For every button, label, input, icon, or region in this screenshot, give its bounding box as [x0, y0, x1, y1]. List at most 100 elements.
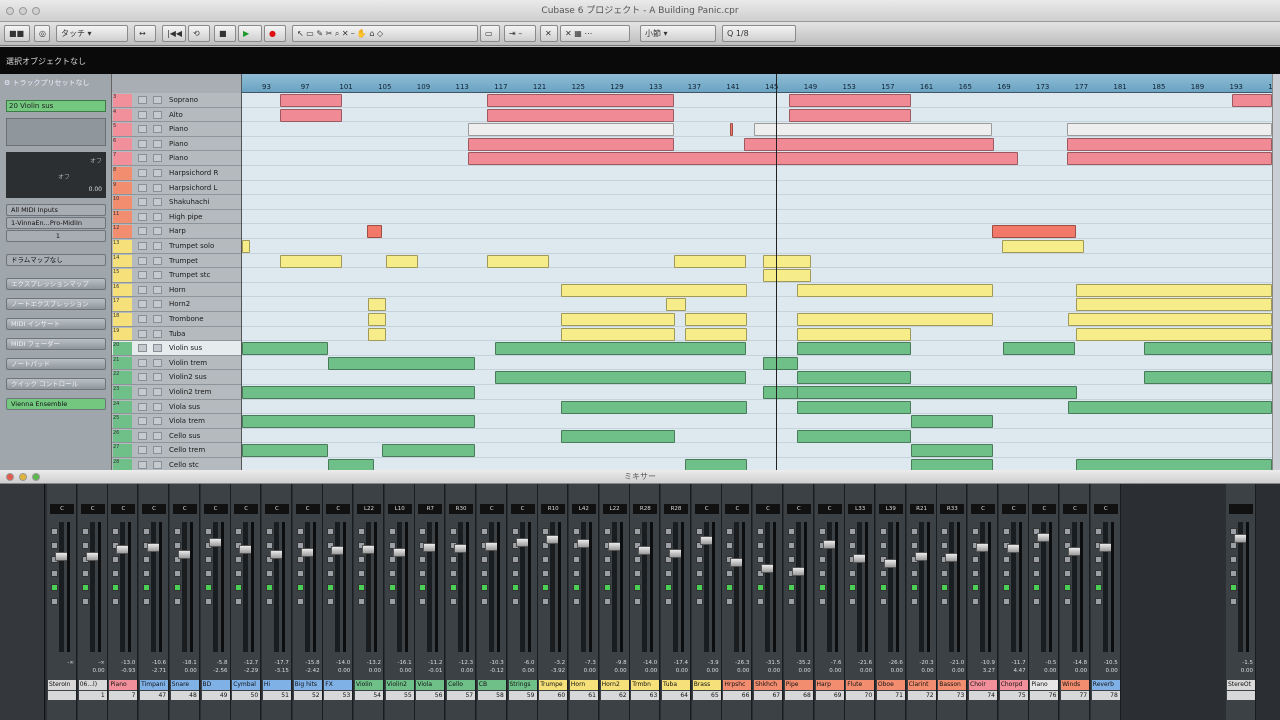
solo-button[interactable] [153, 300, 162, 309]
channel-button[interactable] [972, 556, 979, 563]
pan-display[interactable]: C [1093, 504, 1118, 514]
channel-button[interactable] [358, 598, 365, 605]
channel-name[interactable]: Trumpe [539, 680, 568, 690]
track-header[interactable]: 3 Soprano [112, 93, 241, 108]
midi-part[interactable] [797, 283, 993, 297]
midi-part[interactable] [468, 123, 674, 137]
mixer-channel[interactable]: L22 -13.2 0.00 Violin 54 [354, 484, 384, 720]
volume-value[interactable]: 0.00 [447, 668, 475, 674]
channel-button[interactable] [542, 570, 550, 577]
volume-value[interactable]: -0.01 [416, 668, 444, 674]
nudge-button[interactable]: ⇥ – [504, 25, 536, 42]
snap-mode-select[interactable]: ✕ ▦ ⋯ [560, 25, 630, 42]
channel-button[interactable] [972, 584, 979, 591]
channel-name[interactable]: Trmbn [631, 680, 660, 690]
volume-value[interactable]: 0.00 [79, 668, 107, 674]
channel-button[interactable] [818, 528, 826, 535]
mute-button[interactable] [138, 242, 147, 250]
volume-fader[interactable] [1041, 522, 1047, 652]
mute-button[interactable] [138, 110, 147, 119]
mixer-channel[interactable]: C -6.0 0.00 Strings 59 [507, 484, 538, 720]
midi-part[interactable] [242, 342, 328, 356]
channel-button[interactable] [511, 598, 519, 605]
volume-value[interactable]: 0.00 [754, 668, 782, 674]
midi-part[interactable] [911, 415, 993, 429]
channel-button[interactable] [327, 598, 335, 605]
pan-display[interactable]: R21 [909, 504, 934, 514]
channel-button[interactable] [879, 528, 887, 535]
channel-name[interactable]: Choir [969, 680, 997, 690]
mute-button[interactable] [138, 125, 147, 134]
channel-button[interactable] [603, 570, 611, 577]
channel-button[interactable] [143, 528, 151, 535]
channel-name[interactable]: BD [201, 680, 230, 690]
mixer-channel[interactable]: R28 -17.4 0.00 Tuba 64 [661, 484, 691, 720]
track-color-chip[interactable]: 7 [113, 152, 132, 165]
volume-value[interactable]: 0.00 [816, 668, 844, 674]
midi-part[interactable] [730, 123, 733, 137]
track-color-chip[interactable]: 6 [113, 137, 132, 151]
channel-button[interactable] [665, 598, 672, 605]
channel-button[interactable] [695, 556, 703, 563]
drum-map-select[interactable]: ドラムマップなし [6, 254, 106, 266]
channel-name[interactable]: 06...l) [78, 680, 107, 690]
mixer-channel[interactable]: C -31.5 0.00 Shkhch 67 [753, 484, 784, 720]
solo-button[interactable] [153, 285, 162, 294]
pan-display[interactable]: C [295, 504, 320, 514]
midi-insert-section[interactable]: MIDI インサート [6, 318, 106, 330]
pan-display[interactable]: R33 [940, 504, 965, 514]
grid-type-select[interactable]: 小節 ▾ [640, 25, 716, 42]
solo-button[interactable] [153, 110, 162, 119]
track-color-chip[interactable]: 16 [113, 283, 132, 297]
midi-part[interactable] [468, 137, 674, 151]
solo-button[interactable] [153, 169, 162, 177]
midi-input-select[interactable]: All MIDI Inputs [6, 204, 106, 216]
solo-button[interactable] [153, 183, 162, 192]
channel-button[interactable] [572, 556, 580, 563]
track-lane[interactable] [242, 341, 1272, 356]
channel-name[interactable]: Hi [262, 680, 291, 690]
mixer-channel[interactable]: L10 -16.1 0.00 Violin2 55 [384, 484, 415, 720]
midi-part[interactable] [797, 342, 911, 356]
mixer-channel[interactable]: C -10.3 -0.12 CB 58 [476, 484, 507, 720]
mute-button[interactable] [138, 212, 147, 221]
pan-display[interactable]: C [1001, 504, 1026, 514]
volume-fader[interactable] [304, 522, 310, 652]
solo-button[interactable] [153, 446, 162, 455]
channel-button[interactable] [1230, 584, 1237, 591]
channel-button[interactable] [112, 598, 120, 605]
channel-button[interactable] [388, 528, 396, 535]
midi-part[interactable] [561, 400, 747, 414]
channel-button[interactable] [51, 598, 58, 605]
track-header[interactable]: 18 Trombone [112, 312, 241, 327]
midi-part[interactable] [789, 94, 911, 107]
mixer-channel[interactable]: C -15.8 -2.42 Big hits 52 [292, 484, 323, 720]
solo-button[interactable] [153, 242, 162, 250]
volume-fader[interactable] [795, 522, 801, 652]
color-tool-button[interactable]: ▭ [480, 25, 500, 42]
channel-button[interactable] [173, 542, 181, 549]
channel-button[interactable] [419, 570, 427, 577]
midi-part[interactable] [1067, 123, 1272, 137]
volume-value[interactable]: 0.00 [1030, 668, 1058, 674]
channel-button[interactable] [450, 528, 458, 535]
volume-fader[interactable] [1072, 522, 1078, 652]
midi-part[interactable] [368, 313, 386, 326]
channel-button[interactable] [879, 570, 887, 577]
channel-button[interactable] [972, 570, 979, 577]
track-color-chip[interactable]: 13 [113, 240, 132, 253]
midi-part[interactable] [797, 429, 911, 443]
channel-button[interactable] [296, 598, 304, 605]
channel-button[interactable] [511, 528, 519, 535]
inspector-preset[interactable]: ⚙ トラックプリセットなし [4, 78, 90, 88]
mixer-channel[interactable]: C -26.3 0.00 Hrpshc 66 [722, 484, 753, 720]
channel-button[interactable] [1064, 528, 1072, 535]
channel-name[interactable]: Piano [1030, 680, 1059, 690]
channel-button[interactable] [572, 528, 580, 535]
channel-button[interactable] [327, 528, 335, 535]
zoom-window-icon[interactable] [32, 7, 40, 15]
volume-fader[interactable] [980, 522, 985, 652]
volume-fader[interactable] [887, 522, 893, 652]
channel-button[interactable] [757, 584, 765, 591]
channel-button[interactable] [542, 556, 550, 563]
